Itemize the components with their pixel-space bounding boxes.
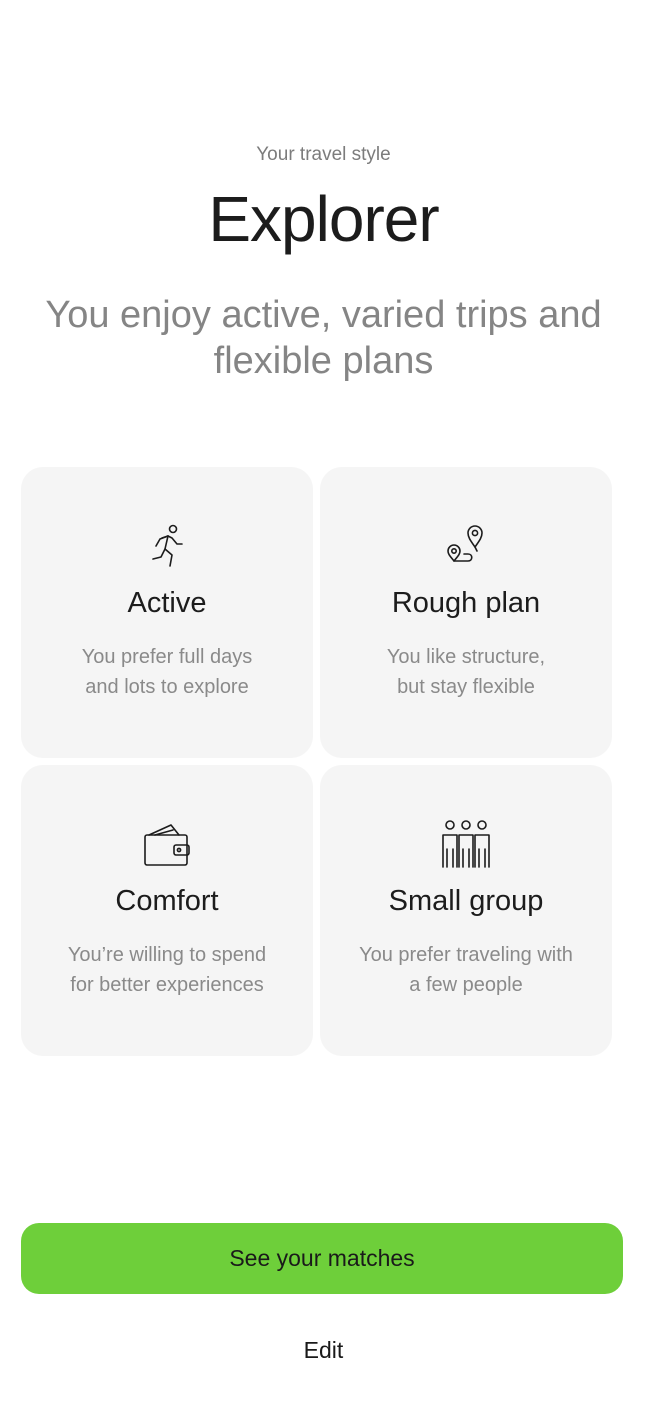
edit-link[interactable]: Edit [0,1337,647,1364]
running-person-icon [21,521,313,573]
trait-description-line: You prefer full days [81,646,253,668]
traits-grid: Active You prefer full days and lots to … [21,467,612,1056]
eyebrow-label: Your travel style [256,144,391,165]
trait-description-line: but stay flexible [397,676,535,698]
map-route-pins-icon [320,521,612,573]
see-matches-button[interactable]: See your matches [21,1223,623,1294]
trait-card-rough-plan: Rough plan You like structure, but stay … [320,467,612,758]
trait-title: Comfort [115,885,219,917]
trait-title: Active [127,587,207,619]
trait-description: You prefer full days and lots to explore [51,642,283,702]
trait-card-small-group: Small group You prefer traveling with a … [320,765,612,1056]
trait-description: You like structure, but stay flexible [350,642,582,702]
trait-description-line: a few people [409,974,523,996]
trait-description-line: You’re willing to spend [67,944,267,966]
trait-card-active: Active You prefer full days and lots to … [21,467,313,758]
trait-title: Small group [388,885,544,917]
trait-title: Rough plan [391,587,541,619]
trait-description: You’re willing to spend for better exper… [51,940,283,1000]
wallet-icon [21,819,313,871]
page-subtitle: You enjoy active, varied trips and flexi… [45,294,602,382]
trait-description-line: and lots to explore [85,676,249,698]
page-title: Explorer [208,183,439,255]
trait-description-line: You prefer traveling with [359,944,573,966]
trait-description-line: You like structure, [386,646,546,668]
trait-description: You prefer traveling with a few people [350,940,582,1000]
group-people-icon [320,819,612,871]
trait-card-comfort: Comfort You’re willing to spend for bett… [21,765,313,1056]
trait-description-line: for better experiences [70,974,264,996]
